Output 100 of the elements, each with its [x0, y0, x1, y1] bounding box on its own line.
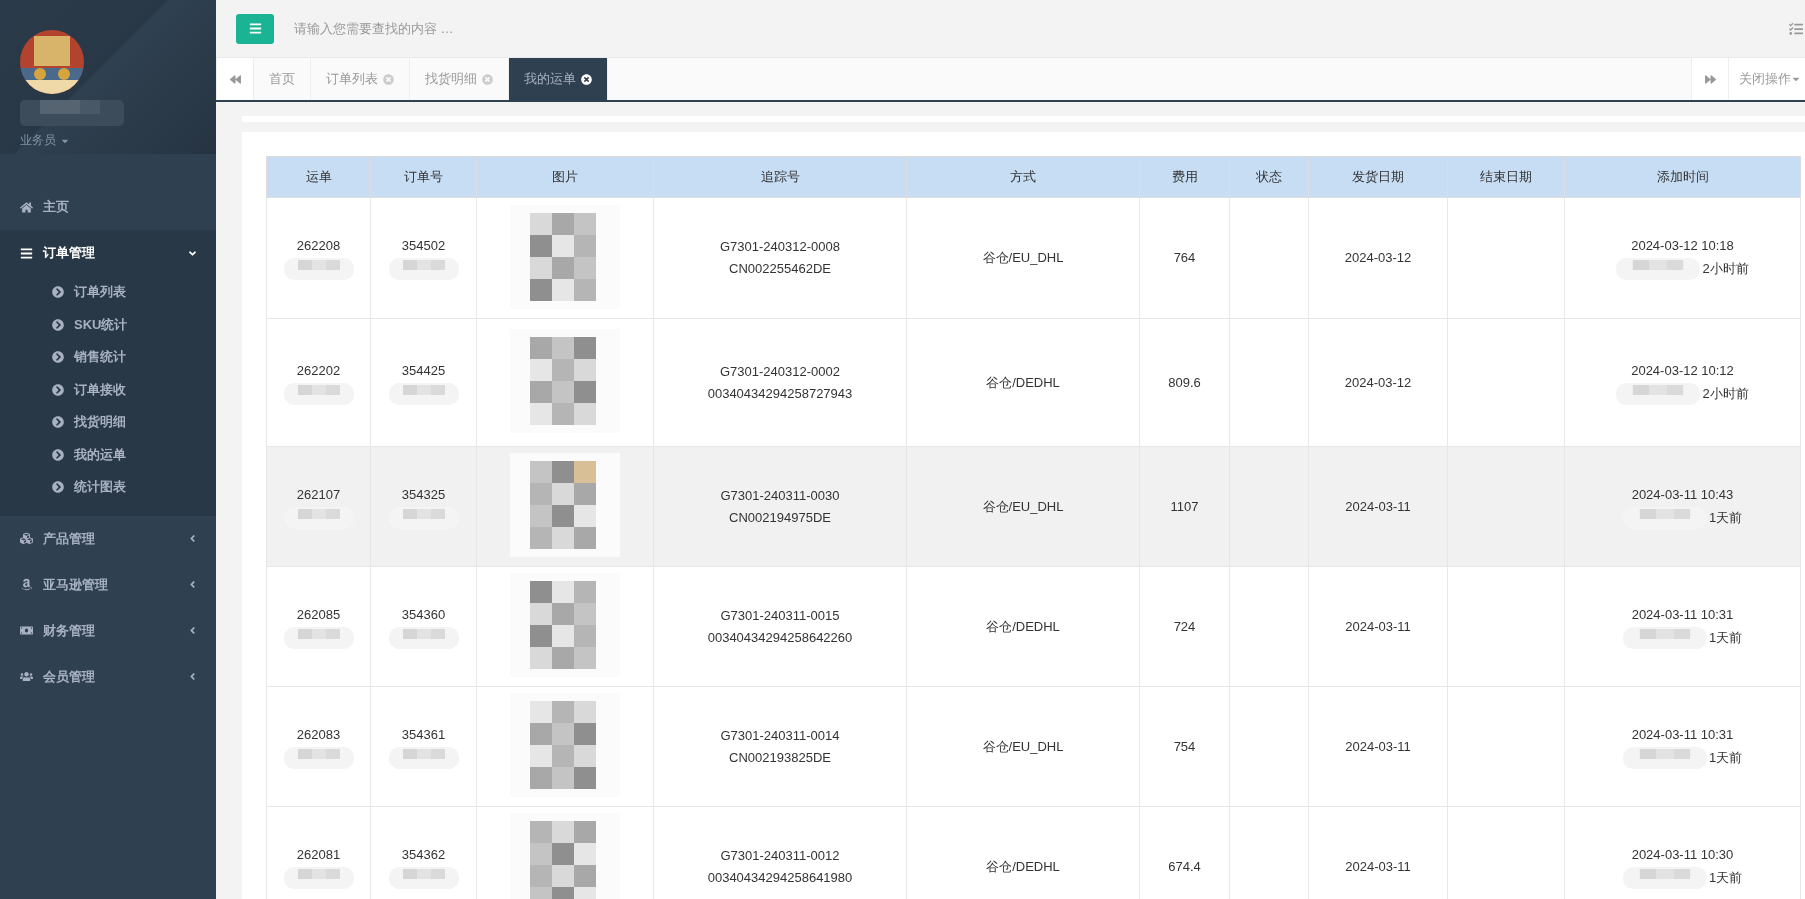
table-cell-text: 754 [1173, 737, 1196, 756]
column-header: 运单 [266, 156, 371, 198]
table-cell-text: 262107 [296, 485, 341, 504]
table-cell-text: 00340434294258641980 [707, 868, 853, 887]
table-cell-text: 00340434294258727943 [707, 384, 853, 403]
menu-icon [20, 246, 33, 260]
sidebar-subitem[interactable]: 我的运单 [0, 438, 216, 471]
table-cell-text: 2024-03-12 10:18 [1631, 237, 1734, 255]
table-cell-text: 262083 [296, 725, 341, 744]
sidebar-item[interactable]: 主页 [0, 184, 216, 230]
table-cell-text: 2024-03-11 [1345, 617, 1411, 636]
sidebar-subitem[interactable]: 统计图表 [0, 471, 216, 504]
table-cell-text: 谷仓/EU_DHL [982, 497, 1064, 516]
close-icon[interactable] [581, 73, 592, 85]
search-field[interactable]: 请输入您需要查找的内容 … [292, 20, 1771, 37]
blurred-patch [388, 382, 459, 405]
sidebar-item[interactable]: 亚马逊管理 [0, 561, 216, 608]
sidebar-item[interactable]: 产品管理 [0, 515, 216, 562]
column-header: 发货日期 [1308, 156, 1448, 198]
blurred-patch [283, 382, 354, 405]
table-cell-text: 2024-03-11 10:31 [1631, 725, 1734, 744]
table-cell-text: 2小时前 [1702, 384, 1749, 403]
sidebar-subitem[interactable]: 订单接收 [0, 373, 216, 406]
table-cell-text: 2024-03-12 10:12 [1631, 361, 1734, 380]
table-cell-text: 2024-03-12 [1344, 373, 1412, 392]
column-header: 添加时间 [1564, 156, 1801, 198]
table-cell-text: 1天前 [1708, 628, 1743, 647]
table-cell-text: 00340434294258642260 [707, 628, 853, 647]
scroll-left-button[interactable] [216, 58, 254, 100]
table-cell-text: 724 [1173, 617, 1196, 636]
menu-icon [248, 22, 262, 35]
table-cell-text: 2小时前 [1702, 260, 1749, 278]
table-cell-text: G7301-240311-0012 [720, 846, 840, 865]
table-cell-text: 谷仓/EU_DHL [982, 249, 1064, 267]
table-cell-text: CN002255462DE [729, 260, 831, 278]
sidebar-subitem[interactable]: SKU统计 [0, 308, 216, 341]
table-cell-text: 1107 [1170, 497, 1199, 516]
close-actions-dropdown[interactable]: 关闭操作 [1729, 58, 1805, 100]
list-icon[interactable] [1789, 21, 1803, 36]
home-icon [20, 200, 33, 214]
table-cell-text: 2024-03-11 [1345, 737, 1411, 756]
blurred-patch [283, 746, 354, 769]
table-cell-text: 谷仓/EU_DHL [982, 737, 1064, 756]
column-header: 订单号 [370, 156, 477, 198]
blurred-patch [283, 866, 354, 889]
table-cell-text: 262208 [296, 237, 341, 255]
menu-button[interactable] [236, 13, 274, 44]
table-cell-text: 2024-03-11 [1345, 857, 1411, 876]
table-cell-text: 354325 [401, 485, 446, 504]
table-cell-text: 谷仓/DEDHL [986, 617, 1060, 636]
table-cell-text: 谷仓/DEDHL [986, 373, 1060, 392]
tab[interactable]: 我的运单 [509, 58, 608, 100]
table-cell-text: CN002193825DE [729, 748, 831, 767]
table-cell-text: 2024-03-11 10:30 [1631, 845, 1734, 864]
scroll-right-button[interactable] [1691, 58, 1729, 100]
table-cell-text: 674.4 [1168, 857, 1201, 876]
blurred-patch [388, 626, 459, 649]
table-cell-text: 354362 [401, 845, 446, 864]
cubes-icon [20, 532, 33, 545]
sidebar-subitem[interactable]: 销售统计 [0, 341, 216, 374]
tab[interactable]: 订单列表 [311, 58, 410, 100]
rewind-icon [229, 73, 241, 85]
sidebar-subitem[interactable]: 订单列表 [0, 276, 216, 309]
blurred-patch [283, 258, 354, 280]
table-cell-text: 354360 [401, 605, 446, 624]
tab[interactable]: 首页 [254, 58, 311, 100]
table-cell-text: 764 [1173, 249, 1196, 267]
column-header: 追踪号 [653, 156, 907, 198]
table-cell-text: G7301-240311-0014 [720, 726, 840, 745]
table-cell-text: G7301-240311-0015 [720, 606, 840, 625]
table-cell-text: 2024-03-11 10:43 [1631, 485, 1734, 504]
table-cell-text: CN002194975DE [729, 508, 831, 527]
blurred-patch [388, 258, 459, 280]
table-cell-text: 262202 [296, 361, 341, 380]
sidebar-item[interactable]: 订单管理 [0, 230, 216, 276]
table-cell-text: G7301-240311-0030 [720, 486, 840, 505]
user-role[interactable]: 业务员 [20, 132, 216, 149]
table-cell-text: 2024-03-11 [1345, 497, 1411, 516]
table-cell-text: 1天前 [1708, 748, 1743, 767]
sidebar-subitem[interactable]: 找货明细 [0, 406, 216, 439]
table-cell-text: 354425 [401, 361, 446, 380]
table-cell-text: 354361 [401, 725, 446, 744]
sidebar-item[interactable]: 财务管理 [0, 607, 216, 654]
column-header: 图片 [476, 156, 654, 198]
table-cell-text: 谷仓/DEDHL [986, 857, 1060, 876]
column-header: 方式 [906, 156, 1140, 198]
table-cell-text: 2024-03-11 10:31 [1631, 605, 1734, 624]
column-header: 状态 [1229, 156, 1309, 198]
letter-a-icon [20, 578, 33, 591]
column-header: 费用 [1139, 156, 1230, 198]
sidebar-item[interactable]: 会员管理 [0, 653, 216, 700]
blurred-patch [283, 626, 354, 649]
table-cell-text: 2024-03-12 [1344, 249, 1412, 267]
table-cell-text: 1天前 [1708, 868, 1743, 887]
table-cell-text: 262081 [296, 845, 341, 864]
table-cell-text: 1天前 [1708, 508, 1743, 527]
table-cell-text: 262085 [296, 605, 341, 624]
blurred-patch [388, 746, 459, 769]
users-icon [20, 670, 33, 683]
table-cell-text: G7301-240312-0008 [720, 238, 840, 256]
